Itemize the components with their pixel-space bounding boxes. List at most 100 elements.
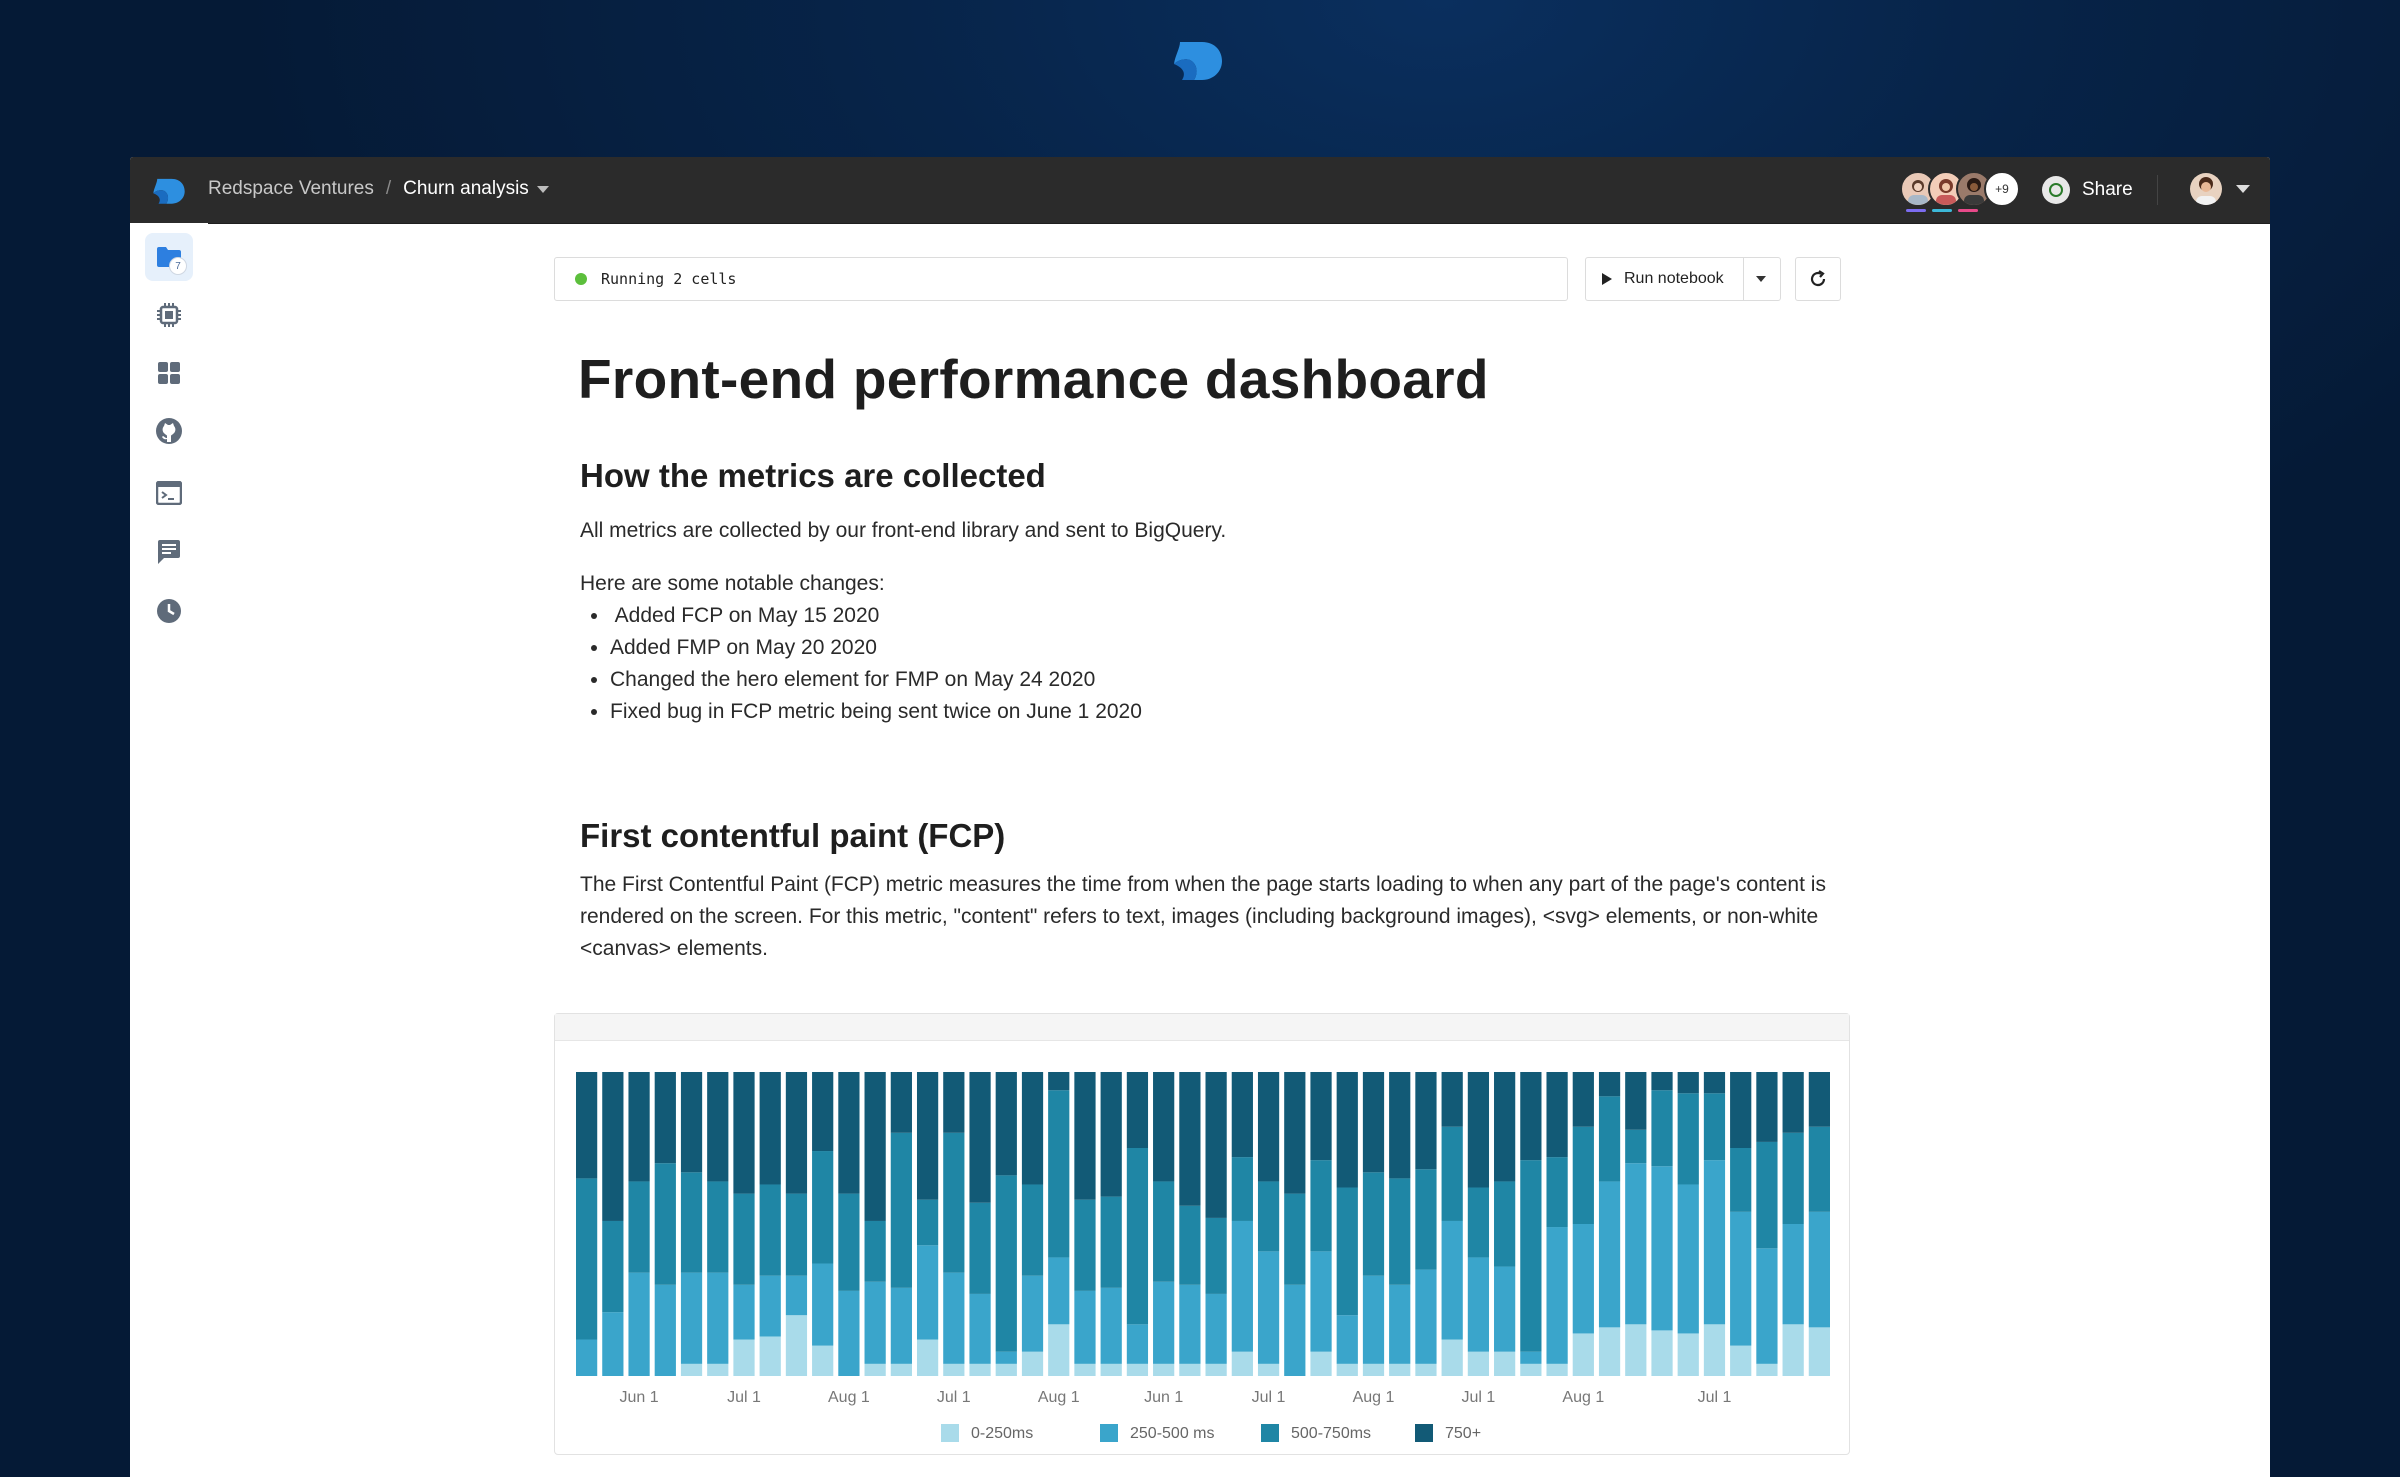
bar-segment — [1494, 1351, 1516, 1376]
bar-segment — [1179, 1284, 1201, 1364]
bar-segment — [1153, 1181, 1175, 1282]
bar-segment — [1100, 1287, 1122, 1364]
sidebar-item-comments[interactable] — [145, 528, 193, 576]
bar-segment — [759, 1275, 781, 1337]
bar-segment — [1651, 1090, 1673, 1167]
run-notebook-button[interactable]: Run notebook — [1585, 257, 1781, 301]
bar-segment — [890, 1363, 912, 1376]
user-menu[interactable] — [2190, 173, 2250, 205]
github-icon — [156, 418, 182, 444]
divider — [1743, 258, 1744, 300]
bar-segment — [1441, 1339, 1463, 1376]
bar-segment — [1100, 1072, 1122, 1197]
bar-segment — [1703, 1324, 1726, 1376]
bar-segment — [1651, 1166, 1673, 1331]
bar-segment — [864, 1281, 886, 1364]
bar-segment — [1625, 1072, 1647, 1130]
legend-swatch[interactable] — [1261, 1424, 1279, 1442]
bar-segment — [1703, 1072, 1726, 1094]
sidebar-item-terminal[interactable] — [145, 469, 193, 517]
paragraph: Here are some notable changes: — [580, 572, 885, 595]
chevron-down-icon[interactable] — [1756, 276, 1766, 282]
breadcrumb-workspace[interactable]: Redspace Ventures — [208, 178, 374, 200]
bar-segment — [707, 1181, 729, 1273]
legend-swatch[interactable] — [1415, 1424, 1433, 1442]
bar-segment — [995, 1351, 1017, 1364]
collaborator-avatars[interactable]: +9 — [1900, 171, 2020, 207]
bar-segment — [680, 1172, 703, 1273]
bar-segment — [1205, 1217, 1227, 1294]
bar-segment — [1730, 1211, 1752, 1346]
bar-segment — [1362, 1275, 1385, 1364]
share-button[interactable]: Share — [2042, 171, 2133, 209]
legend-label[interactable]: 250-500 ms — [1130, 1425, 1215, 1442]
bar-segment — [654, 1284, 676, 1376]
bar-segment — [1021, 1072, 1044, 1185]
avatar[interactable] — [2190, 173, 2222, 205]
bar-segment — [1021, 1275, 1044, 1352]
chevron-down-icon[interactable] — [536, 185, 549, 193]
bar-segment — [1205, 1363, 1227, 1376]
bar-segment — [1205, 1293, 1227, 1364]
run-notebook-label: Run notebook — [1624, 270, 1724, 287]
bar-segment — [1048, 1072, 1070, 1091]
bar-segment — [1336, 1315, 1358, 1364]
bar-segment — [1021, 1351, 1044, 1376]
bar-segment — [628, 1272, 650, 1376]
bar-segment — [864, 1363, 886, 1376]
breadcrumb-notebook[interactable]: Churn analysis — [403, 178, 529, 200]
bar-segment — [1467, 1257, 1490, 1352]
bar-segment — [1074, 1290, 1096, 1364]
bar-segment — [733, 1072, 755, 1194]
bar-segment — [1598, 1072, 1621, 1097]
bar-segment — [969, 1072, 991, 1203]
sidebar-item-integrations[interactable] — [145, 349, 193, 397]
bar-segment — [1625, 1129, 1647, 1164]
bar-segment — [1389, 1072, 1411, 1179]
more-collaborators-badge[interactable]: +9 — [1984, 171, 2020, 207]
breadcrumb: Redspace Ventures / Churn analysis — [208, 178, 549, 200]
bar-segment — [628, 1072, 650, 1182]
bar-segment — [1336, 1363, 1358, 1376]
bar-segment — [995, 1175, 1017, 1352]
bar-segment — [1467, 1072, 1490, 1188]
legend-label[interactable]: 0-250ms — [971, 1425, 1033, 1442]
sidebar-item-history[interactable] — [145, 587, 193, 635]
history-icon — [157, 599, 181, 623]
chevron-down-icon[interactable] — [2236, 185, 2250, 193]
bar-segment — [1257, 1181, 1280, 1252]
bar-segment — [1100, 1196, 1122, 1288]
refresh-button[interactable] — [1795, 257, 1841, 301]
bar-segment — [733, 1284, 755, 1340]
bar-segment — [1782, 1224, 1804, 1325]
bar-segment — [576, 1178, 598, 1340]
bar-segment — [1048, 1257, 1070, 1325]
bar-segment — [1520, 1363, 1542, 1376]
bar-segment — [1048, 1090, 1070, 1258]
bar-segment — [1730, 1072, 1752, 1148]
legend-label[interactable]: 500-750ms — [1291, 1425, 1371, 1442]
bar-segment — [1598, 1096, 1621, 1182]
bar-segment — [680, 1072, 703, 1173]
bar-segment — [1756, 1248, 1778, 1364]
sidebar-item-github[interactable] — [145, 407, 193, 455]
legend-label[interactable]: 750+ — [1445, 1425, 1481, 1442]
bar-segment — [1625, 1163, 1647, 1325]
bar-segment — [812, 1263, 834, 1346]
bar-segment — [1782, 1132, 1804, 1224]
share-icon — [2042, 176, 2070, 204]
bar-segment — [1808, 1072, 1830, 1127]
sidebar-item-files[interactable]: 7 — [145, 233, 193, 281]
sidebar-item-environment[interactable] — [145, 291, 193, 339]
bar-segment — [1677, 1072, 1699, 1094]
legend-swatch[interactable] — [1100, 1424, 1118, 1442]
comments-icon — [158, 540, 180, 564]
x-tick-label: Aug 1 — [828, 1389, 870, 1406]
bar-segment — [1598, 1327, 1621, 1376]
avatar-underline — [1932, 209, 1952, 212]
bar-segment — [1231, 1072, 1253, 1158]
bar-segment — [1572, 1072, 1594, 1127]
app-logo-icon[interactable] — [152, 173, 186, 207]
legend-swatch[interactable] — [941, 1424, 959, 1442]
bar-segment — [785, 1315, 808, 1376]
